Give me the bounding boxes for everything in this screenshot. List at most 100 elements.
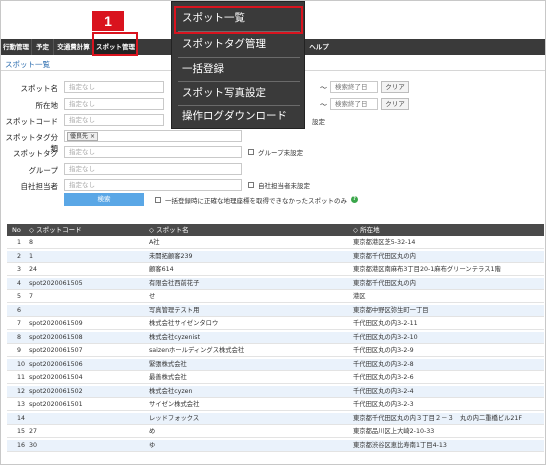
table-row[interactable]: 16 30 ゆ 東京都渋谷区恵比寿南1丁目4-13 [7,439,544,452]
cell-spot-name: 株式会社サイゼンタロウ [149,320,219,327]
cell-spot-name: saizenホールディングス株式会社 [149,347,245,354]
cell-spot-code: spot2020061506 [29,360,83,368]
nav-item-activity[interactable]: 行動管理 [1,39,32,55]
nav-item-help[interactable]: ヘルプ [306,39,332,55]
cell-spot-name: 未開拓顧客239 [149,252,193,260]
table-row[interactable]: 11 spot2020061504 最善株式会社 千代田区丸の内3-2-6 [7,372,544,385]
cell-no: 4 [17,279,22,287]
cell-no: 10 [17,360,26,368]
date-end-input[interactable]: 検索終了日 [330,81,378,93]
date-range-tilde-2: 〜 [320,101,327,109]
cell-no: 12 [17,387,26,395]
cell-spot-code: spot2020061508 [29,333,83,341]
spot-name-input[interactable]: 指定なし [64,81,164,93]
date-range-tilde: 〜 [320,84,327,92]
geo-fail-checkbox[interactable] [155,197,161,203]
table-row[interactable]: 1 8 A社 東京都港区芝5-32-14 [7,237,544,250]
cell-address: 東京都中野区弥生町一丁目 [353,306,429,314]
cell-spot-code: spot2020061507 [29,347,83,354]
cell-address: 千代田区丸の内3-2-9 [353,347,414,354]
table-row[interactable]: 5 7 せ 港区 [7,291,544,304]
header-spot-code-label: スポットコード [36,226,82,234]
header-no[interactable]: No [12,224,21,236]
cell-spot-name: 写真管理テスト用 [149,306,200,314]
table-row[interactable]: 15 27 め 東京都品川区上大崎2-10-33 [7,426,544,439]
cell-spot-name: 有限会社西前花子 [149,279,200,287]
table-row[interactable]: 2 1 未開拓顧客239 東京都千代田区丸の内 [7,250,544,263]
address-input[interactable]: 指定なし [64,98,164,110]
table-row[interactable]: 4 spot2020061505 有限会社西前花子 東京都千代田区丸の内 [7,277,544,290]
menu-item-spot-photo-settings[interactable]: スポット写真設定 [178,82,300,104]
cell-no: 7 [17,320,22,327]
table-row[interactable]: 12 spot2020061502 株式会社cyzen 千代田区丸の内3-2-4 [7,385,544,398]
cell-spot-code: spot2020061504 [29,374,83,381]
spot-name-label: スポット名 [20,84,59,93]
cell-spot-name: A社 [149,239,160,246]
search-button[interactable]: 検索 [64,193,144,206]
nav-item-travel-expense[interactable]: 交通費計算 [54,39,94,55]
table-row[interactable]: 9 spot2020061507 saizenホールディングス株式会社 千代田区丸の内… [7,345,544,358]
help-icon[interactable]: ? [351,196,358,203]
tag-remove-icon[interactable]: × [90,133,95,140]
table-row[interactable]: 3 24 顧客614 東京都港区南麻布3丁目20-1麻布グリーンテラス1階 [7,264,544,277]
owner-unset-label: 自社担当者未設定 [258,182,310,190]
clear-button[interactable]: クリア [381,81,409,93]
menu-item-spot-tag-management[interactable]: スポットタグ管理 [178,33,300,55]
cell-address: 千代田区丸の内3-2-10 [353,333,418,341]
cell-no: 2 [17,252,22,260]
cell-spot-name: 株式会社cyzen [149,387,193,395]
menu-item-bulk-register[interactable]: 一括登録 [178,58,300,80]
header-address[interactable]: ◇ 所在地 [353,224,380,236]
nav-item-hidden[interactable] [138,39,172,55]
group-label: グループ [28,166,58,175]
address-label: 所在地 [35,101,59,110]
cell-no: 1 [17,239,22,246]
cell-address: 千代田区丸の内3-2-3 [353,401,414,408]
code-unset-label: 設定 [312,118,325,126]
cell-spot-code [29,305,147,317]
cell-spot-code: 27 [29,428,38,435]
cell-address: 千代田区丸の内3-2-8 [353,360,414,368]
cell-address: 東京都千代田区丸の内 [353,279,416,287]
tag-category-input[interactable]: 優良先 × [64,130,242,142]
cell-address: 東京都渋谷区恵比寿南1丁目4-13 [353,441,447,449]
cell-address: 港区 [353,293,366,300]
page-title: スポット一覧 [5,60,50,69]
owner-unset-checkbox[interactable] [248,182,254,188]
spot-code-input[interactable]: 指定なし [64,114,164,126]
spot-tag-input[interactable]: 指定なし [64,146,242,158]
cell-no: 6 [17,306,22,314]
table-row[interactable]: 10 spot2020061506 緊張株式会社 千代田区丸の内3-2-8 [7,358,544,371]
cell-spot-name: せ [149,293,156,300]
tag-chip: 優良先 × [67,132,98,141]
cell-address: 東京都千代田区丸の内３丁目２－３ 丸の内二重橋ビル21F [353,414,523,422]
cell-no: 9 [17,347,22,354]
table-row[interactable]: 8 spot2020061508 株式会社cyzenist 千代田区丸の内3-2-10 [7,331,544,344]
cell-no: 16 [17,441,26,449]
cell-spot-code [29,413,147,425]
table-header: No ◇ スポットコード ◇ スポット名 ◇ 所在地 [7,224,544,236]
cell-address: 東京都港区南麻布3丁目20-1麻布グリーンテラス1階 [353,266,501,273]
owner-label: 自社担当者 [20,182,59,191]
cell-spot-code: 8 [29,239,34,246]
menu-item-operation-log-download[interactable]: 操作ログダウンロード [178,105,300,127]
nav-item-schedule[interactable]: 予定 [32,39,54,55]
clear-button-2[interactable]: クリア [381,98,409,110]
group-input[interactable]: 指定なし [64,163,242,175]
date-end-input-2[interactable]: 検索終了日 [330,98,378,110]
header-spot-code[interactable]: ◇ スポットコード [29,224,82,236]
group-unset-checkbox[interactable] [248,149,254,155]
header-spot-name[interactable]: ◇ スポット名 [149,224,189,236]
cell-no: 8 [17,333,22,341]
table-row[interactable]: 13 spot2020061501 サイゼン株式会社 千代田区丸の内3-2-3 [7,399,544,412]
table-row[interactable]: 6 写真管理テスト用 東京都中野区弥生町一丁目 [7,304,544,317]
cell-spot-name: ゆ [149,441,156,449]
cell-no: 11 [17,374,26,381]
table-row[interactable]: 7 spot2020061509 株式会社サイゼンタロウ 千代田区丸の内3-2-11 [7,318,544,331]
cell-no: 5 [17,293,22,300]
cell-address: 東京都千代田区丸の内 [353,252,416,260]
highlight-box-menu-item [174,6,303,34]
table-row[interactable]: 14 レッドフォックス 東京都千代田区丸の内３丁目２－３ 丸の内二重橋ビル21F [7,412,544,425]
owner-input[interactable]: 指定なし [64,179,242,191]
geo-fail-label: 一括登録時に正確な地理座標を取得できなかったスポットのみ [165,197,347,205]
